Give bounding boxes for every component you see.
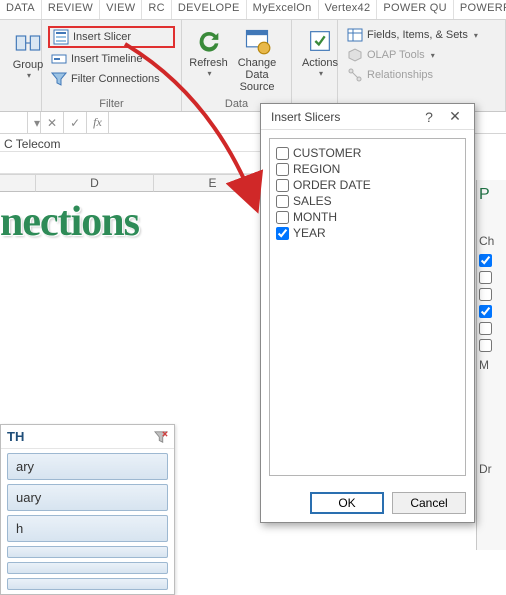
olap-tools-label: OLAP Tools <box>367 49 425 61</box>
relationships-button: Relationships <box>344 66 499 84</box>
field-check[interactable] <box>479 322 492 335</box>
ribbon: Group ▾ Insert Slicer Insert Timeline Fi… <box>0 20 506 112</box>
group-label: Group <box>13 59 44 71</box>
chevron-down-icon: ▾ <box>27 71 31 80</box>
tab-view[interactable]: VIEW <box>100 0 142 19</box>
chevron-down-icon: ▾ <box>474 31 478 40</box>
tab-vertex42[interactable]: Vertex42 <box>319 0 378 19</box>
fields-items-sets-label: Fields, Items, & Sets <box>367 29 468 41</box>
field-sales[interactable]: SALES <box>274 193 461 209</box>
cell-value[interactable]: C Telecom <box>0 137 272 152</box>
namebox-dropdown[interactable]: ▾ <box>28 112 41 133</box>
field-check[interactable] <box>479 305 492 318</box>
field-month[interactable]: MONTH <box>274 209 461 225</box>
slicer-item[interactable]: ary <box>7 453 168 480</box>
actions-icon <box>306 27 334 55</box>
tab-powerpivot[interactable]: POWERPIV <box>454 0 506 19</box>
clear-filter-icon[interactable] <box>154 430 168 444</box>
tab-myexcelon[interactable]: MyExcelOn <box>247 0 319 19</box>
chevron-down-icon: ▾ <box>319 69 323 78</box>
slicer-item[interactable]: uary <box>7 484 168 511</box>
group-icon <box>14 29 42 57</box>
insert-timeline-label: Insert Timeline <box>71 53 143 65</box>
namebox[interactable] <box>0 112 28 133</box>
dialog-field-list: CUSTOMER REGION ORDER DATE SALES MONTH Y… <box>269 138 466 476</box>
fx-icon[interactable]: fx <box>87 112 109 133</box>
field-check[interactable] <box>479 339 492 352</box>
chevron-down-icon: ▾ <box>208 69 212 78</box>
row-header[interactable] <box>0 174 36 192</box>
filter-group-label: Filter <box>42 98 181 110</box>
dialog-title: Insert Slicers <box>271 110 416 124</box>
month-slicer[interactable]: TH ary uary h <box>0 424 175 595</box>
ok-button[interactable]: OK <box>310 492 384 514</box>
close-icon[interactable]: ✕ <box>442 108 468 125</box>
olap-icon <box>347 47 363 63</box>
pane-more[interactable]: M <box>479 358 504 372</box>
refresh-button[interactable]: Refresh ▾ <box>188 25 229 93</box>
tab-rc[interactable]: RC <box>142 0 172 19</box>
slicer-item[interactable] <box>7 562 168 574</box>
ribbon-tabs: DATA REVIEW VIEW RC DEVELOPE MyExcelOn V… <box>0 0 506 20</box>
slicer-title: TH <box>7 429 24 444</box>
filter-connections-label: Filter Connections <box>71 73 160 85</box>
field-check[interactable] <box>276 227 289 240</box>
field-check[interactable] <box>479 271 492 284</box>
field-check[interactable] <box>276 211 289 224</box>
olap-tools-button: OLAP Tools ▾ <box>344 46 499 64</box>
filter-connections-button[interactable]: Filter Connections <box>48 70 175 88</box>
tab-powerquery[interactable]: POWER QU <box>377 0 454 19</box>
field-check[interactable] <box>276 195 289 208</box>
tab-developer[interactable]: DEVELOPE <box>172 0 247 19</box>
insert-slicers-dialog: Insert Slicers ? ✕ CUSTOMER REGION ORDER… <box>260 103 475 523</box>
col-d[interactable]: D <box>36 174 154 192</box>
field-region[interactable]: REGION <box>274 161 461 177</box>
pivot-fields-pane: P Ch M Dr <box>476 180 506 550</box>
tab-data[interactable]: DATA <box>0 0 42 19</box>
fields-items-sets-button[interactable]: Fields, Items, & Sets ▾ <box>344 26 499 44</box>
cancel-icon[interactable]: ✕ <box>41 112 64 133</box>
help-icon[interactable]: ? <box>416 109 442 125</box>
fields-icon <box>347 27 363 43</box>
field-check[interactable] <box>276 147 289 160</box>
slicer-item[interactable]: h <box>7 515 168 542</box>
field-check[interactable] <box>276 179 289 192</box>
relationships-icon <box>347 67 363 83</box>
filter-icon <box>51 71 67 87</box>
enter-icon[interactable]: ✓ <box>64 112 87 133</box>
timeline-icon <box>51 51 67 67</box>
insert-slicer-button[interactable]: Insert Slicer <box>48 26 175 48</box>
insert-timeline-button[interactable]: Insert Timeline <box>48 50 175 68</box>
refresh-label: Refresh <box>189 57 228 69</box>
slicer-item[interactable] <box>7 546 168 558</box>
field-year[interactable]: YEAR <box>274 225 461 241</box>
change-data-source-label: Change Data Source <box>229 57 285 93</box>
field-check[interactable] <box>479 254 492 267</box>
datasource-icon <box>243 27 271 55</box>
change-data-source-button[interactable]: Change Data Source <box>229 25 285 93</box>
pane-drag: Dr <box>479 462 504 476</box>
refresh-icon <box>195 27 223 55</box>
field-order-date[interactable]: ORDER DATE <box>274 177 461 193</box>
field-check[interactable] <box>479 288 492 301</box>
actions-button[interactable]: Actions ▾ <box>298 25 342 78</box>
field-check[interactable] <box>276 163 289 176</box>
cell-blank[interactable] <box>0 154 272 174</box>
slicer-item[interactable] <box>7 578 168 590</box>
actions-label: Actions <box>302 57 338 69</box>
chevron-down-icon: ▾ <box>431 51 435 60</box>
col-e[interactable]: E <box>154 174 272 192</box>
relationships-label: Relationships <box>367 69 433 81</box>
slicer-icon <box>53 29 69 45</box>
insert-slicer-label: Insert Slicer <box>73 31 131 43</box>
pane-title: P <box>479 186 504 204</box>
tab-review[interactable]: REVIEW <box>42 0 100 19</box>
cancel-button[interactable]: Cancel <box>392 492 466 514</box>
pane-choose: Ch <box>479 234 504 248</box>
field-customer[interactable]: CUSTOMER <box>274 145 461 161</box>
